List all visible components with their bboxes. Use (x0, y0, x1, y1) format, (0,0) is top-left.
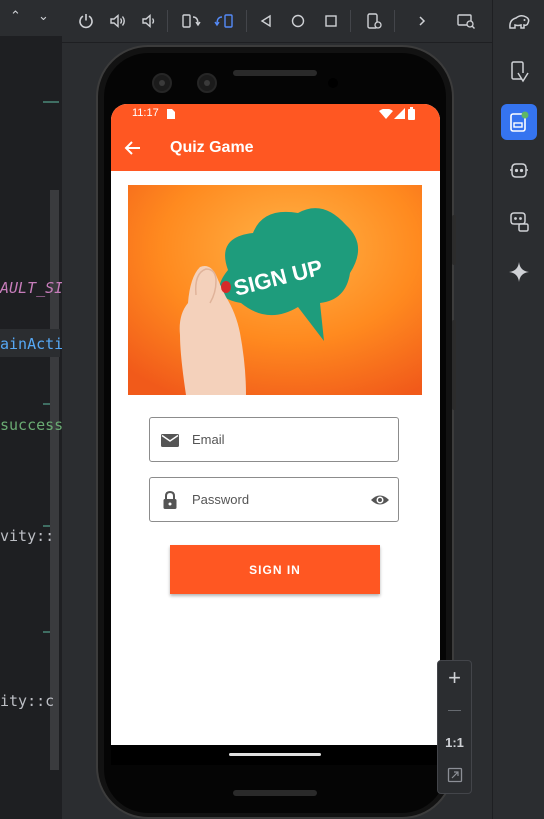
device-mirroring-icon[interactable] (501, 204, 537, 240)
zoom-controls: + — 1:1 (437, 660, 472, 794)
lock-icon (163, 490, 177, 509)
gesture-handle[interactable] (229, 753, 321, 756)
battery-icon (408, 107, 415, 120)
app-quality-icon[interactable] (501, 154, 537, 190)
power-icon[interactable] (74, 9, 98, 33)
gemini-sparkle-icon[interactable] (501, 254, 537, 290)
phone-screen: 11:17 Quiz Game SIGN UP Email SIGN IN (111, 104, 440, 745)
phone-side-button[interactable] (452, 215, 456, 265)
password-input[interactable] (192, 478, 362, 521)
volume-down-icon[interactable] (137, 9, 161, 33)
signal-icon (394, 108, 405, 119)
emulator-toolbar (62, 0, 492, 43)
gradle-elephant-icon[interactable] (501, 4, 537, 40)
toolbar-separator (167, 10, 168, 32)
visibility-eye-icon[interactable] (370, 490, 390, 510)
phone-volume-button[interactable] (452, 320, 456, 410)
gesture-navigation-bar (111, 745, 440, 765)
code-line[interactable]: vity:: (0, 527, 54, 545)
status-bar: 11:17 (111, 104, 440, 124)
snapshot-icon[interactable] (454, 9, 478, 33)
rotate-right-icon[interactable] (212, 9, 236, 33)
toolbar-separator (350, 10, 351, 32)
app-title: Quiz Game (170, 139, 254, 156)
back-arrow-icon[interactable] (123, 138, 143, 158)
phone-earpiece (233, 70, 317, 76)
status-time: 11:17 (132, 107, 159, 119)
sim-card-icon (167, 109, 175, 119)
device-manager-icon[interactable] (501, 54, 537, 90)
wifi-icon (379, 109, 393, 119)
home-circle-icon[interactable] (286, 9, 310, 33)
zoom-in-button[interactable]: + (438, 663, 471, 693)
chevron-up-icon[interactable]: ⌃ (10, 8, 21, 24)
volume-up-icon[interactable] (106, 9, 130, 33)
email-field[interactable] (149, 417, 399, 462)
overview-square-icon[interactable] (319, 9, 343, 33)
right-tool-rail (492, 0, 544, 819)
sign-up-hero-image: SIGN UP (128, 185, 422, 395)
app-bar: Quiz Game (111, 124, 440, 171)
back-triangle-icon[interactable] (254, 9, 278, 33)
toolbar-separator (246, 10, 247, 32)
toolbar-separator (394, 10, 395, 32)
code-line[interactable]: success (0, 416, 62, 434)
sign-in-button[interactable]: SIGN IN (170, 545, 380, 594)
rotate-left-icon[interactable] (179, 9, 203, 33)
zoom-actual-size-button[interactable]: 1:1 (438, 727, 471, 757)
proximity-sensor (328, 78, 338, 88)
password-field[interactable] (149, 477, 399, 522)
editor-tab-bar: ⌃ ⌄ (0, 0, 62, 37)
editor-scrollbar[interactable] (50, 190, 59, 770)
code-editor-pane: ⌃ ⌄ AULT_SI ainActi success vity:: ity::… (0, 0, 62, 819)
chevron-down-icon[interactable]: ⌄ (38, 8, 49, 24)
zoom-out-button[interactable]: — (438, 694, 471, 724)
code-line[interactable]: ainActi (0, 335, 62, 353)
phone-speaker (233, 790, 317, 796)
email-icon (161, 434, 179, 447)
code-line[interactable]: AULT_SI (0, 279, 62, 297)
screenshot-settings-icon[interactable] (362, 9, 386, 33)
more-chevron-icon[interactable] (410, 9, 434, 33)
running-devices-icon[interactable] (501, 104, 537, 140)
code-line[interactable]: ity::c (0, 692, 54, 710)
front-camera-icon (152, 73, 172, 93)
zoom-fit-icon[interactable] (438, 760, 471, 790)
front-camera-icon (197, 73, 217, 93)
email-input[interactable] (192, 418, 362, 461)
fold-marker (43, 101, 59, 103)
